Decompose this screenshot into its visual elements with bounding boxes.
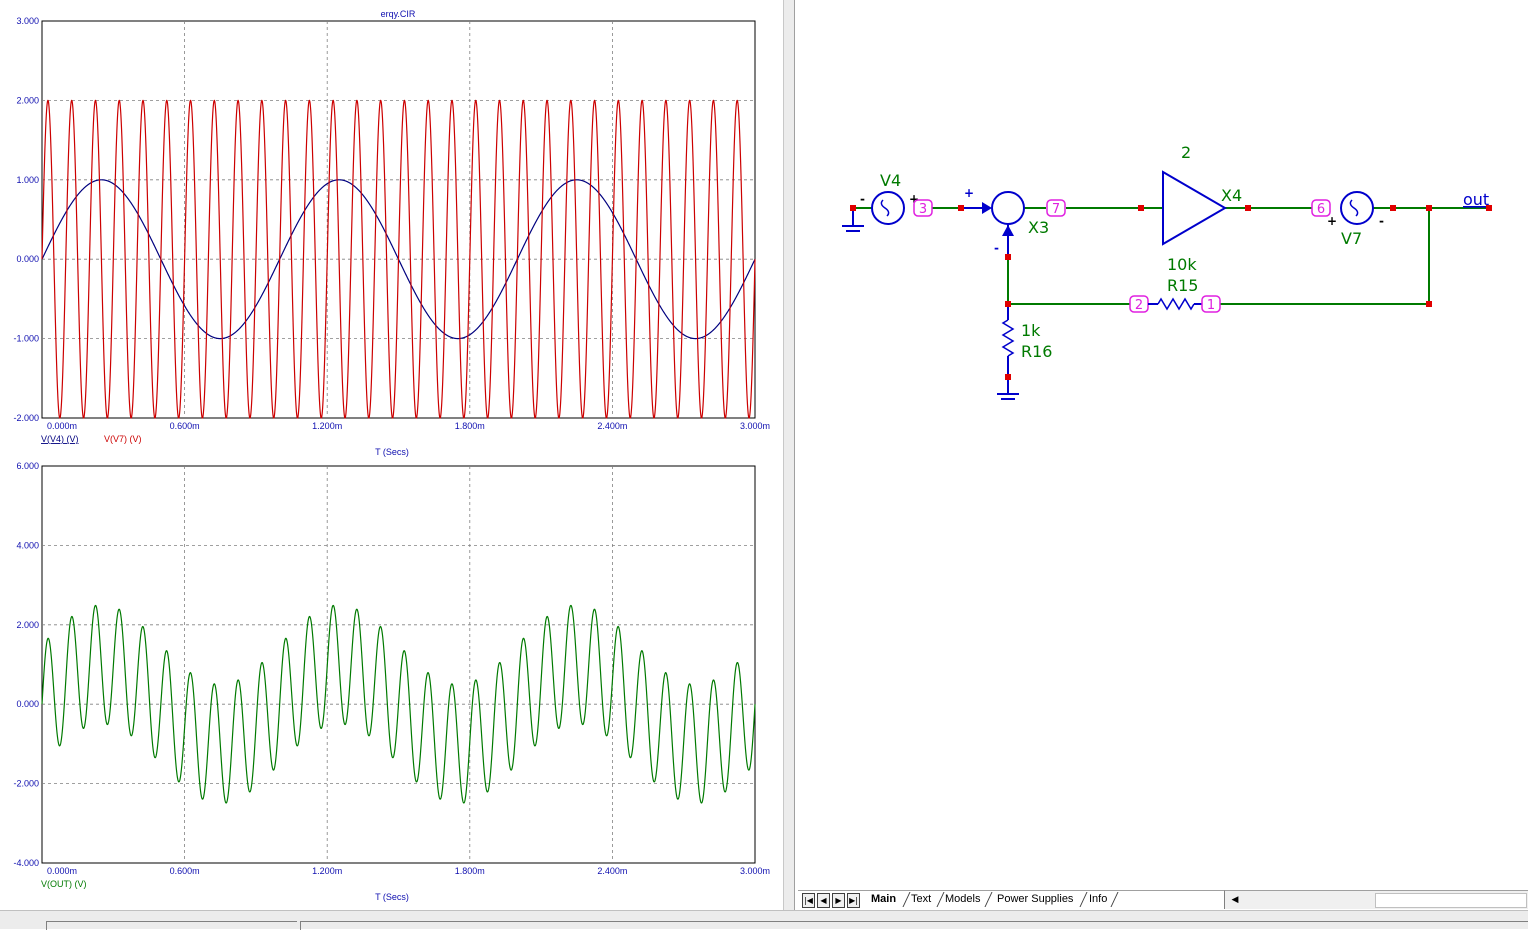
x-tick-label: 3.000m — [740, 421, 770, 431]
resistor-r15[interactable]: 10k R15 — [1148, 255, 1202, 311]
y-tick-label: -1.000 — [13, 334, 39, 344]
source-v4[interactable]: V4 - + — [842, 171, 919, 232]
x-tick-label: 0.000m — [47, 866, 77, 876]
upper-x-axis-label: T (Secs) — [375, 447, 409, 457]
status-bar — [0, 910, 1528, 930]
first-tab-button[interactable]: |◀ — [802, 893, 815, 908]
x4-name: X4 — [1221, 186, 1242, 205]
x3-name: X3 — [1028, 218, 1049, 237]
r16-name: R16 — [1021, 342, 1052, 361]
lower-chart-frame — [41, 465, 756, 864]
scroll-left-icon[interactable]: ◀ — [1229, 894, 1241, 906]
v7-plus: + — [1327, 214, 1337, 228]
r15-name: R15 — [1167, 276, 1198, 295]
lower-x-axis-label: T (Secs) — [375, 892, 409, 902]
x-tick-label: 3.000m — [740, 866, 770, 876]
x-tick-label: 0.600m — [170, 866, 200, 876]
node-2-label: 2 — [1135, 298, 1143, 313]
v7-name: V7 — [1341, 229, 1362, 248]
y-tick-label: 0.000 — [16, 699, 39, 709]
series-line-1 — [41, 99, 756, 419]
status-panel-1 — [46, 921, 297, 930]
x-tick-label: 1.800m — [455, 866, 485, 876]
prev-tab-button[interactable]: ◀ — [817, 893, 830, 908]
amplifier-x4[interactable]: 2 X4 — [1162, 143, 1242, 246]
out-label[interactable]: out — [1463, 190, 1489, 209]
x-tick-label: 1.800m — [455, 421, 485, 431]
node-6-label: 6 — [1317, 202, 1325, 217]
y-tick-label: 6.000 — [16, 461, 39, 471]
node-7-label: 7 — [1052, 202, 1060, 217]
upper-chart: erqy.CIR 3.000 2.000 1.000 0.000 -1.000 -2.00… — [13, 9, 770, 457]
upper-chart-frame — [41, 20, 756, 419]
x-tick-label: 2.400m — [597, 421, 627, 431]
plot-window: erqy.CIR 3.000 2.000 1.000 0.000 -1.000 -2.00… — [0, 0, 786, 910]
tab-models[interactable]: Models — [940, 892, 985, 907]
y-tick-label: 2.000 — [16, 95, 39, 105]
y-tick-label: -4.000 — [13, 858, 39, 868]
tab-power-supplies[interactable]: Power Supplies — [992, 892, 1078, 907]
plot-canvas: erqy.CIR 3.000 2.000 1.000 0.000 -1.000 -2.00… — [13, 9, 770, 902]
r16-value: 1k — [1021, 321, 1041, 340]
schematic-canvas: V4 - + 3 + - X3 7 2 X4 6 + - V7 out 2 10… — [842, 143, 1492, 400]
legend-v7[interactable]: V(V7) (V) — [104, 434, 142, 444]
tab-main[interactable]: Main — [866, 892, 901, 907]
y-tick-label: 0.000 — [16, 254, 39, 264]
schematic-window: V4 - + 3 + - X3 7 2 X4 6 + - V7 out 2 10… — [795, 0, 1528, 910]
tab-info[interactable]: Info — [1084, 892, 1112, 907]
status-panel-2 — [300, 921, 1528, 930]
y-tick-label: -2.000 — [13, 413, 39, 423]
v4-name: V4 — [880, 171, 901, 190]
resistor-r16[interactable]: 1k R16 — [997, 304, 1052, 400]
y-tick-label: 1.000 — [16, 175, 39, 185]
plot-title: erqy.CIR — [381, 9, 416, 19]
r15-value: 10k — [1167, 255, 1197, 274]
x-tick-label: 1.200m — [312, 421, 342, 431]
source-v7[interactable]: + - V7 — [1327, 191, 1384, 248]
lower-chart: 6.000 4.000 2.000 0.000 -2.000 -4.000 0.000m 0… — [13, 461, 770, 902]
y-tick-label: 3.000 — [16, 16, 39, 26]
x-tick-label: 0.600m — [170, 421, 200, 431]
last-tab-button[interactable]: ▶| — [847, 893, 860, 908]
x3-plus: + — [964, 186, 974, 200]
node-3-label: 3 — [919, 202, 927, 217]
y-tick-label: -2.000 — [13, 779, 39, 789]
horizontal-scrollbar[interactable]: ◀ — [1224, 890, 1528, 909]
v7-minus: - — [1379, 214, 1384, 228]
node-1-label: 1 — [1207, 298, 1215, 313]
scroll-thumb[interactable] — [1375, 893, 1527, 908]
summer-x3[interactable]: + - X3 — [962, 186, 1049, 256]
y-tick-label: 2.000 — [16, 620, 39, 630]
x3-minus: - — [994, 241, 999, 255]
x-tick-label: 2.400m — [597, 866, 627, 876]
legend-v4[interactable]: V(V4) (V) — [41, 434, 79, 444]
y-tick-label: 4.000 — [16, 540, 39, 550]
tab-text[interactable]: Text — [906, 892, 936, 907]
legend-out[interactable]: V(OUT) (V) — [41, 879, 87, 889]
x4-gain: 2 — [1181, 143, 1191, 162]
pane-splitter[interactable] — [783, 0, 795, 910]
x-tick-label: 0.000m — [47, 421, 77, 431]
v4-minus: - — [860, 192, 865, 206]
x-tick-label: 1.200m — [312, 866, 342, 876]
next-tab-button[interactable]: ▶ — [832, 893, 845, 908]
